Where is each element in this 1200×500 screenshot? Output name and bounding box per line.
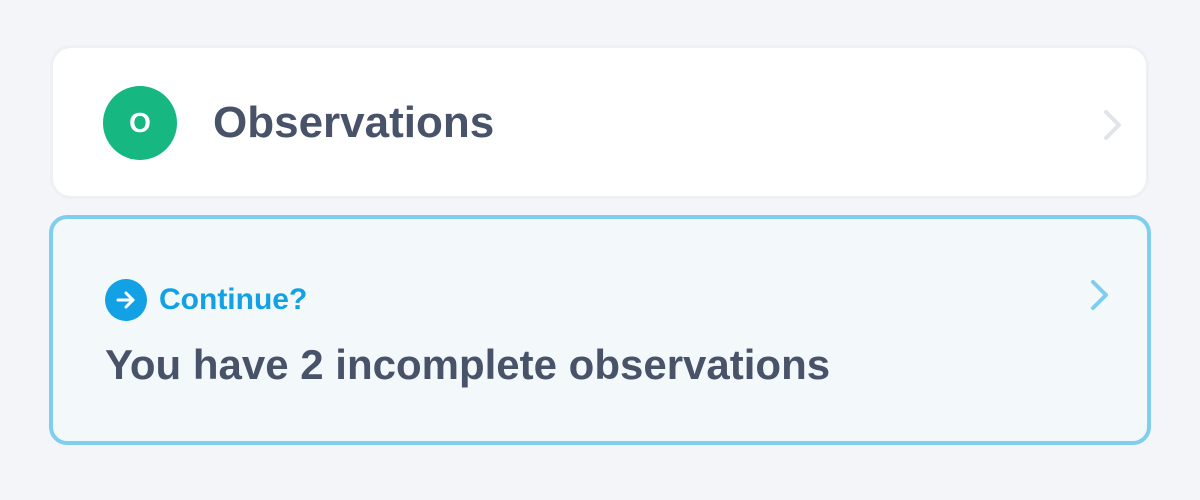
- continue-card[interactable]: Continue? You have 2 incomplete observat…: [49, 215, 1151, 445]
- chevron-right-icon[interactable]: [1098, 107, 1126, 143]
- observations-card[interactable]: O Observations: [53, 48, 1146, 196]
- observations-avatar: O: [103, 86, 177, 160]
- continue-header: Continue?: [105, 279, 307, 321]
- incomplete-observations-message: You have 2 incomplete observations: [105, 341, 831, 388]
- observations-title: Observations: [213, 98, 495, 147]
- arrow-right-circle-icon: [105, 279, 147, 321]
- chevron-right-icon[interactable]: [1085, 277, 1113, 313]
- continue-label: Continue?: [159, 283, 308, 316]
